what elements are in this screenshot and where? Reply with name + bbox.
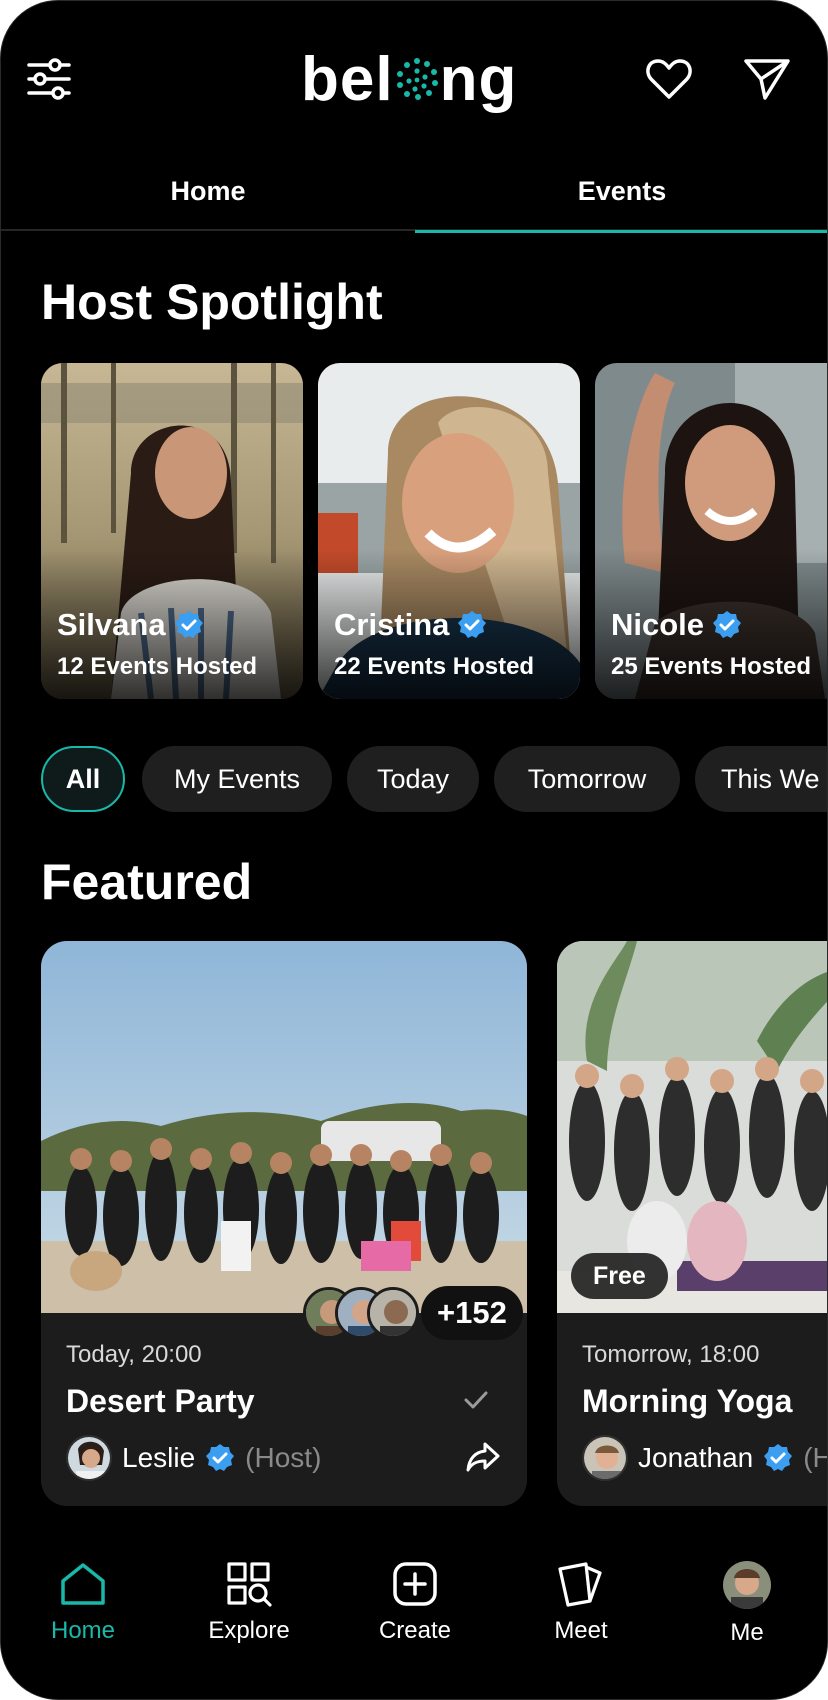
host-role: (Host) bbox=[245, 1442, 322, 1473]
app-logo: bel ng bbox=[301, 39, 517, 119]
avatar bbox=[723, 1561, 771, 1609]
host-name: Nicole bbox=[611, 607, 742, 643]
sliders-icon[interactable] bbox=[19, 49, 79, 109]
host-events-count: 25 Events Hosted bbox=[611, 653, 812, 680]
attendee-avatar bbox=[367, 1287, 419, 1339]
tab-home[interactable]: Home bbox=[1, 151, 415, 231]
host-avatar bbox=[582, 1435, 628, 1481]
host-name: Silvana bbox=[57, 607, 204, 643]
host-spotlight-title: Host Spotlight bbox=[41, 274, 383, 330]
filter-chip-this-week[interactable]: This We bbox=[695, 746, 827, 812]
nav-label: Meet bbox=[554, 1617, 608, 1644]
attendees-stack[interactable]: +152 bbox=[303, 1285, 523, 1341]
phone-screen: bel ng Home Events Host Spotlight Silvan… bbox=[0, 0, 828, 1700]
host-name-text: Leslie bbox=[122, 1442, 196, 1473]
home-icon bbox=[61, 1563, 105, 1605]
featured-title: Featured bbox=[41, 854, 253, 910]
host-card-nicole[interactable]: Nicole 25 Events Hosted bbox=[595, 363, 827, 699]
verified-badge-icon bbox=[458, 611, 487, 638]
host-card-silvana[interactable]: Silvana 12 Events Hosted bbox=[41, 363, 303, 699]
verified-badge-icon bbox=[713, 611, 742, 638]
host-name: Cristina bbox=[334, 607, 487, 643]
top-tabs: Home Events bbox=[1, 151, 827, 233]
event-card-morning-yoga[interactable]: Free Tomorrow, 18:00 Morning Yoga Jonath… bbox=[557, 941, 827, 1506]
event-title: Morning Yoga bbox=[582, 1383, 793, 1419]
filter-chip-tomorrow[interactable]: Tomorrow bbox=[494, 746, 680, 812]
heart-icon[interactable] bbox=[639, 49, 699, 109]
filter-chip-today[interactable]: Today bbox=[347, 746, 479, 812]
nav-me[interactable]: Me bbox=[667, 1561, 827, 1661]
explore-icon bbox=[227, 1562, 272, 1607]
nav-label: Explore bbox=[208, 1617, 290, 1644]
top-bar: bel ng bbox=[1, 1, 827, 151]
nav-label: Me bbox=[730, 1619, 764, 1646]
event-time: Tomorrow, 18:00 bbox=[582, 1341, 760, 1368]
price-badge: Free bbox=[571, 1253, 668, 1299]
event-card-desert-party[interactable]: +152 Today, 20:00 Desert Party Leslie (H… bbox=[41, 941, 527, 1506]
nav-create[interactable]: Create bbox=[335, 1561, 495, 1661]
filter-chips: All My Events Today Tomorrow This We bbox=[41, 746, 827, 812]
verified-badge-icon bbox=[764, 1444, 793, 1471]
host-name-text: Nicole bbox=[611, 607, 705, 642]
logo-text-right: ng bbox=[439, 44, 518, 114]
nav-meet[interactable]: Meet bbox=[501, 1561, 661, 1661]
nav-label: Create bbox=[378, 1617, 452, 1644]
paper-plane-icon[interactable] bbox=[737, 49, 797, 109]
tab-events[interactable]: Events bbox=[415, 151, 827, 233]
filter-chip-all[interactable]: All bbox=[41, 746, 125, 812]
host-name-text: Silvana bbox=[57, 607, 166, 642]
nav-home[interactable]: Home bbox=[3, 1561, 163, 1661]
host-role: (H bbox=[803, 1442, 827, 1473]
host-card-cristina[interactable]: Cristina 22 Events Hosted bbox=[318, 363, 580, 699]
host-events-count: 12 Events Hosted bbox=[57, 653, 258, 680]
plus-square-icon bbox=[393, 1562, 437, 1606]
host-avatar bbox=[66, 1435, 112, 1481]
bottom-nav: Home Explore Create Meet Me bbox=[1, 1531, 827, 1699]
attendees-more-count: +152 bbox=[421, 1286, 523, 1340]
host-name-text: Jonathan bbox=[638, 1442, 754, 1473]
featured-carousel[interactable]: +152 Today, 20:00 Desert Party Leslie (H… bbox=[41, 941, 827, 1506]
event-time: Today, 20:00 bbox=[66, 1341, 202, 1368]
checkmark-icon bbox=[463, 1387, 489, 1418]
filter-chip-my-events[interactable]: My Events bbox=[142, 746, 332, 812]
host-spotlight-carousel[interactable]: Silvana 12 Events Hosted Cristina 22 Eve… bbox=[41, 363, 827, 699]
cards-icon bbox=[558, 1562, 602, 1607]
event-host[interactable]: Leslie (Host) bbox=[66, 1435, 321, 1481]
event-title: Desert Party bbox=[66, 1383, 255, 1419]
host-events-count: 22 Events Hosted bbox=[334, 653, 535, 680]
logo-text-left: bel bbox=[301, 44, 394, 114]
verified-badge-icon bbox=[206, 1444, 235, 1471]
event-photo bbox=[41, 941, 527, 1313]
logo-dots-icon bbox=[396, 58, 438, 100]
share-icon[interactable] bbox=[465, 1441, 501, 1478]
host-name-text: Cristina bbox=[334, 607, 450, 642]
verified-badge-icon bbox=[174, 611, 203, 638]
nav-label: Home bbox=[50, 1617, 116, 1644]
event-host[interactable]: Jonathan (H bbox=[582, 1435, 827, 1481]
nav-explore[interactable]: Explore bbox=[169, 1561, 329, 1661]
